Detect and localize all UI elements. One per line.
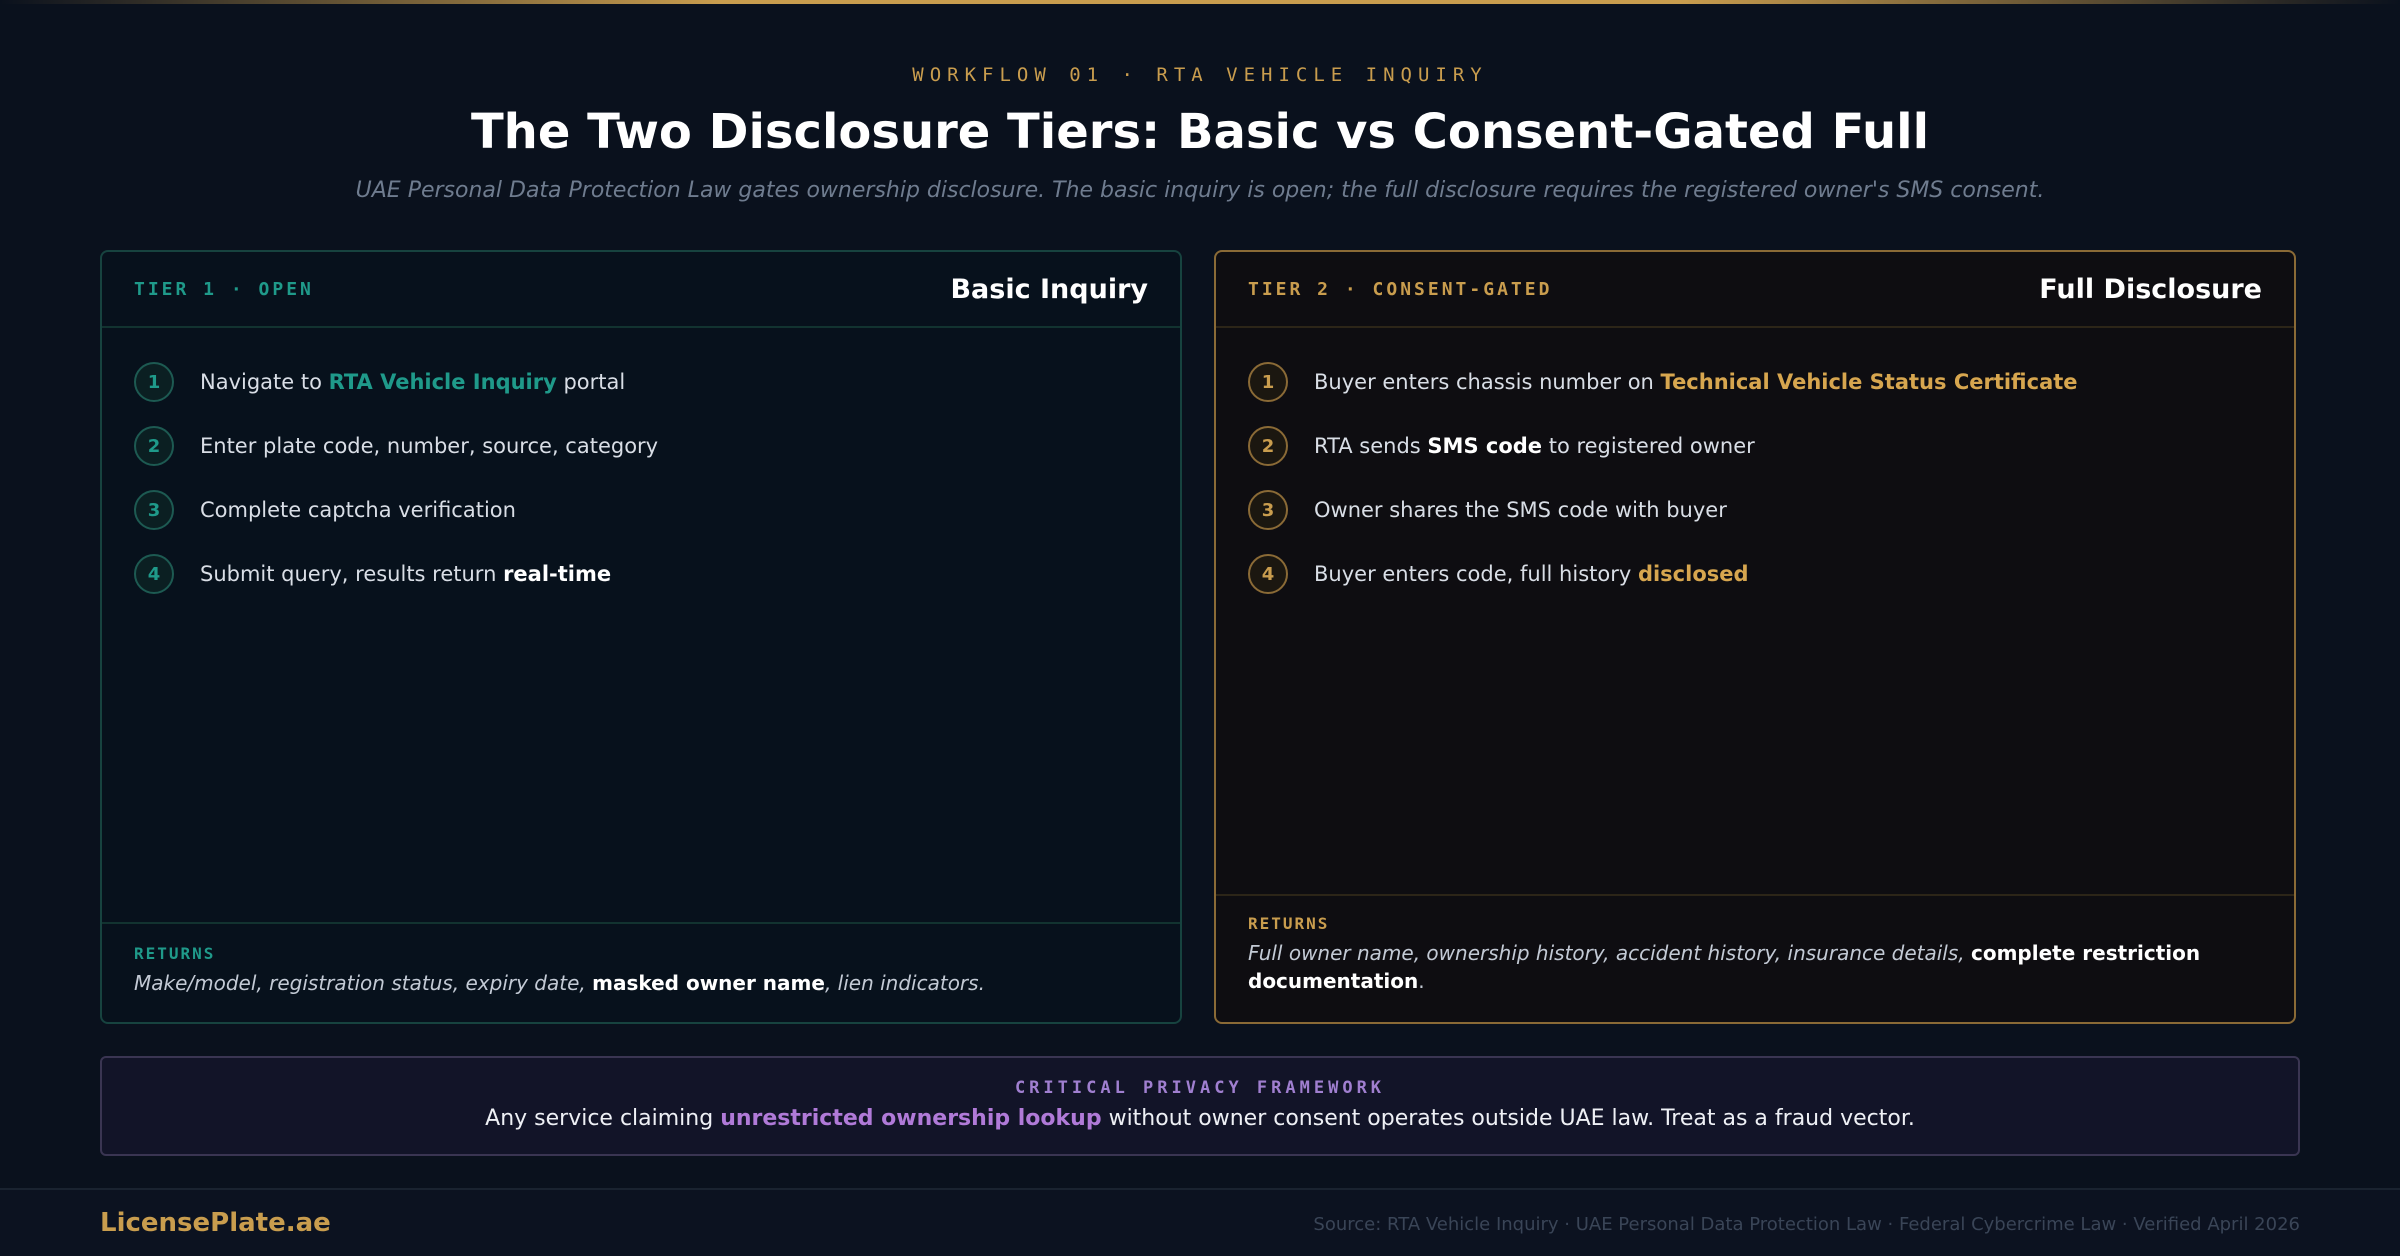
step-number-badge: 2: [1248, 426, 1288, 466]
returns-emphasis: masked owner name: [592, 971, 825, 995]
step-number-badge: 3: [134, 490, 174, 530]
tier2-title: Full Disclosure: [2039, 273, 2262, 305]
top-accent-rule: [0, 0, 2400, 4]
step-text: Submit query, results return real-time: [200, 562, 612, 586]
vehicle-status-certificate-link: Technical Vehicle Status Certificate: [1660, 370, 2078, 394]
step-emphasis: SMS code: [1427, 434, 1543, 458]
tier1-card-header: TIER 1 · OPEN Basic Inquiry: [102, 252, 1180, 328]
privacy-text: Any service claiming unrestricted owners…: [485, 1106, 1915, 1131]
tier1-step-2: 2 Enter plate code, number, source, cate…: [134, 422, 1148, 470]
privacy-label: CRITICAL PRIVACY FRAMEWORK: [1014, 1078, 1386, 1098]
privacy-emphasis: unrestricted ownership lookup: [720, 1106, 1102, 1131]
returns-label: RETURNS: [1248, 914, 1330, 933]
tier2-card-header: TIER 2 · CONSENT-GATED Full Disclosure: [1216, 252, 2294, 328]
step-text: Owner shares the SMS code with buyer: [1314, 498, 1727, 522]
step-text: Buyer enters chassis number on Technical…: [1314, 370, 2078, 394]
tier2-returns: RETURNS Full owner name, ownership histo…: [1216, 894, 2294, 1022]
tier2-step-4: 4 Buyer enters code, full history disclo…: [1248, 550, 2262, 598]
page-subtitle: UAE Personal Data Protection Law gates o…: [355, 178, 2045, 203]
tier1-step-4: 4 Submit query, results return real-time: [134, 550, 1148, 598]
step-text: Complete captcha verification: [200, 498, 516, 522]
eyebrow-label: WORKFLOW 01 · RTA VEHICLE INQUIRY: [912, 64, 1488, 86]
step-number-badge: 1: [1248, 362, 1288, 402]
step-text: Navigate to RTA Vehicle Inquiry portal: [200, 370, 626, 394]
tier1-returns: RETURNS Make/model, registration status,…: [102, 922, 1180, 1022]
step-emphasis: real-time: [503, 562, 612, 586]
brand-logo-text[interactable]: LicensePlate.ae: [100, 1208, 331, 1238]
tier2-steps: 1 Buyer enters chassis number on Technic…: [1216, 328, 2294, 598]
tier2-card: TIER 2 · CONSENT-GATED Full Disclosure 1…: [1214, 250, 2296, 1024]
tier2-step-2: 2 RTA sends SMS code to registered owner: [1248, 422, 2262, 470]
tier2-step-1: 1 Buyer enters chassis number on Technic…: [1248, 358, 2262, 406]
tier2-tag: TIER 2 · CONSENT-GATED: [1248, 278, 1553, 300]
step-number-badge: 1: [134, 362, 174, 402]
page-title: The Two Disclosure Tiers: Basic vs Conse…: [470, 104, 1930, 160]
privacy-callout: CRITICAL PRIVACY FRAMEWORK Any service c…: [100, 1056, 2300, 1156]
tier1-title: Basic Inquiry: [950, 273, 1148, 305]
step-number-badge: 4: [1248, 554, 1288, 594]
footer: LicensePlate.ae Source: RTA Vehicle Inqu…: [0, 1188, 2400, 1256]
returns-text: Make/model, registration status, expiry …: [134, 971, 985, 995]
step-text: Enter plate code, number, source, catego…: [200, 434, 659, 458]
tier1-step-3: 3 Complete captcha verification: [134, 486, 1148, 534]
tier2-step-3: 3 Owner shares the SMS code with buyer: [1248, 486, 2262, 534]
step-text: Buyer enters code, full history disclose…: [1314, 562, 1749, 586]
step-number-badge: 3: [1248, 490, 1288, 530]
step-number-badge: 4: [134, 554, 174, 594]
tier1-tag: TIER 1 · OPEN: [134, 278, 314, 300]
step-text: RTA sends SMS code to registered owner: [1314, 434, 1755, 458]
returns-text: Full owner name, ownership history, acci…: [1248, 941, 2201, 993]
step-number-badge: 2: [134, 426, 174, 466]
rta-vehicle-inquiry-link: RTA Vehicle Inquiry: [328, 370, 557, 394]
tier1-card: TIER 1 · OPEN Basic Inquiry 1 Navigate t…: [100, 250, 1182, 1024]
tier1-steps: 1 Navigate to RTA Vehicle Inquiry portal…: [102, 328, 1180, 598]
step-emphasis: disclosed: [1637, 562, 1749, 586]
returns-label: RETURNS: [134, 944, 216, 963]
source-note: Source: RTA Vehicle Inquiry · UAE Person…: [1313, 1214, 2300, 1235]
tier1-step-1: 1 Navigate to RTA Vehicle Inquiry portal: [134, 358, 1148, 406]
